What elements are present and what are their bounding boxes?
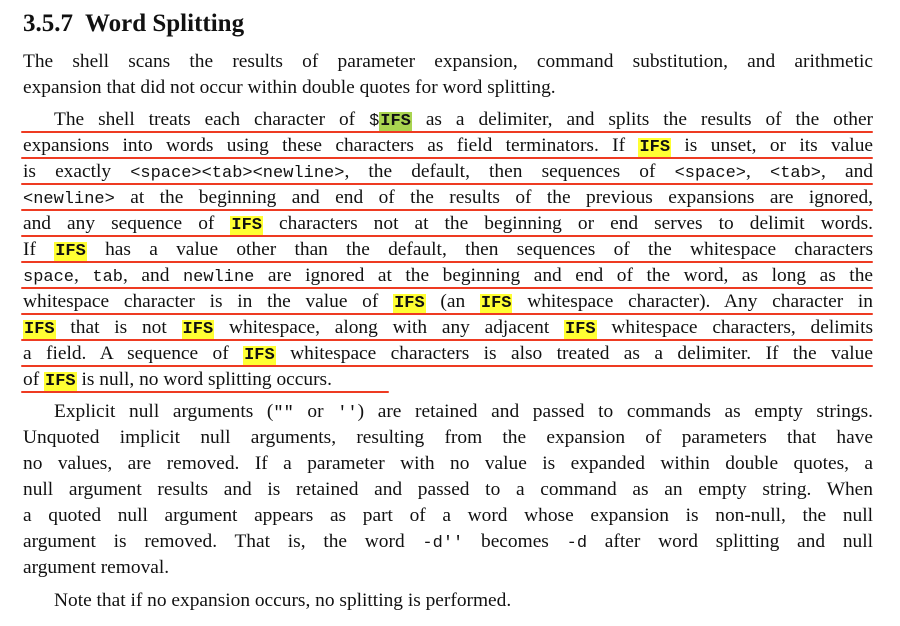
para3-line-7: argument removal. xyxy=(23,557,170,578)
para3-line-1: Explicit null arguments ("" or '') are r… xyxy=(54,401,873,423)
ifs-highlight: IFS xyxy=(564,320,597,339)
ifs-highlight: IFS xyxy=(23,320,56,339)
para2-line-6: If IFS has a value other than the defaul… xyxy=(23,239,873,261)
para1-line-2: expansion that did not occur within doub… xyxy=(23,77,556,98)
para3-line-2: Unquoted implicit null arguments, result… xyxy=(23,427,873,448)
ifs-highlight: IFS xyxy=(181,320,215,339)
para2-line-1: The shell treats each character of $IFS … xyxy=(54,109,874,131)
ifs-highlight: IFS xyxy=(54,242,87,261)
section-heading: 3.5.7 Word Splitting xyxy=(23,8,244,40)
para1-line-1: The shell scans the results of parameter… xyxy=(23,51,873,72)
ifs-highlight: IFS xyxy=(230,216,264,235)
ifs-highlight: IFS xyxy=(638,138,672,157)
para3-line-6: argument is removed. That is, the word -… xyxy=(23,531,873,553)
para2-line-2: expansions into words using these charac… xyxy=(23,135,873,157)
para2-line-5: and any sequence of IFS characters not a… xyxy=(23,213,873,235)
para2-line-10: a field. A sequence of IFS whitespace ch… xyxy=(23,343,873,365)
ifs-highlight: IFS xyxy=(479,294,513,313)
para2-line-3: is exactly <space><tab><newline>, the de… xyxy=(23,161,873,183)
annotation-underline xyxy=(21,391,389,393)
para2-line-7: space, tab, and newline are ignored at t… xyxy=(23,265,873,287)
para3-line-3: no values, are removed. If a parameter w… xyxy=(23,453,873,474)
ifs-highlight: IFS xyxy=(393,294,426,313)
ifs-highlight: IFS xyxy=(379,112,412,131)
para3-line-4: null argument results and is retained an… xyxy=(23,479,873,500)
para2-line-9: IFS that is not IFS whitespace, along wi… xyxy=(23,317,874,339)
document-page: 3.5.7 Word Splitting The shell scans the … xyxy=(0,0,900,626)
para4-line-1: Note that if no expansion occurs, no spl… xyxy=(54,590,512,611)
ifs-highlight: IFS xyxy=(44,372,77,391)
para2-line-11: of IFS is null, no word splitting occurs… xyxy=(23,369,332,391)
para3-line-5: a quoted null argument appears as part o… xyxy=(23,505,873,526)
ifs-highlight: IFS xyxy=(243,346,276,365)
section-title: Word Splitting xyxy=(85,10,245,37)
section-number: 3.5.7 xyxy=(23,10,73,37)
para2-line-4: <newline> at the beginning and end of th… xyxy=(23,187,873,209)
para2-line-8: whitespace character is in the value of … xyxy=(23,291,873,313)
